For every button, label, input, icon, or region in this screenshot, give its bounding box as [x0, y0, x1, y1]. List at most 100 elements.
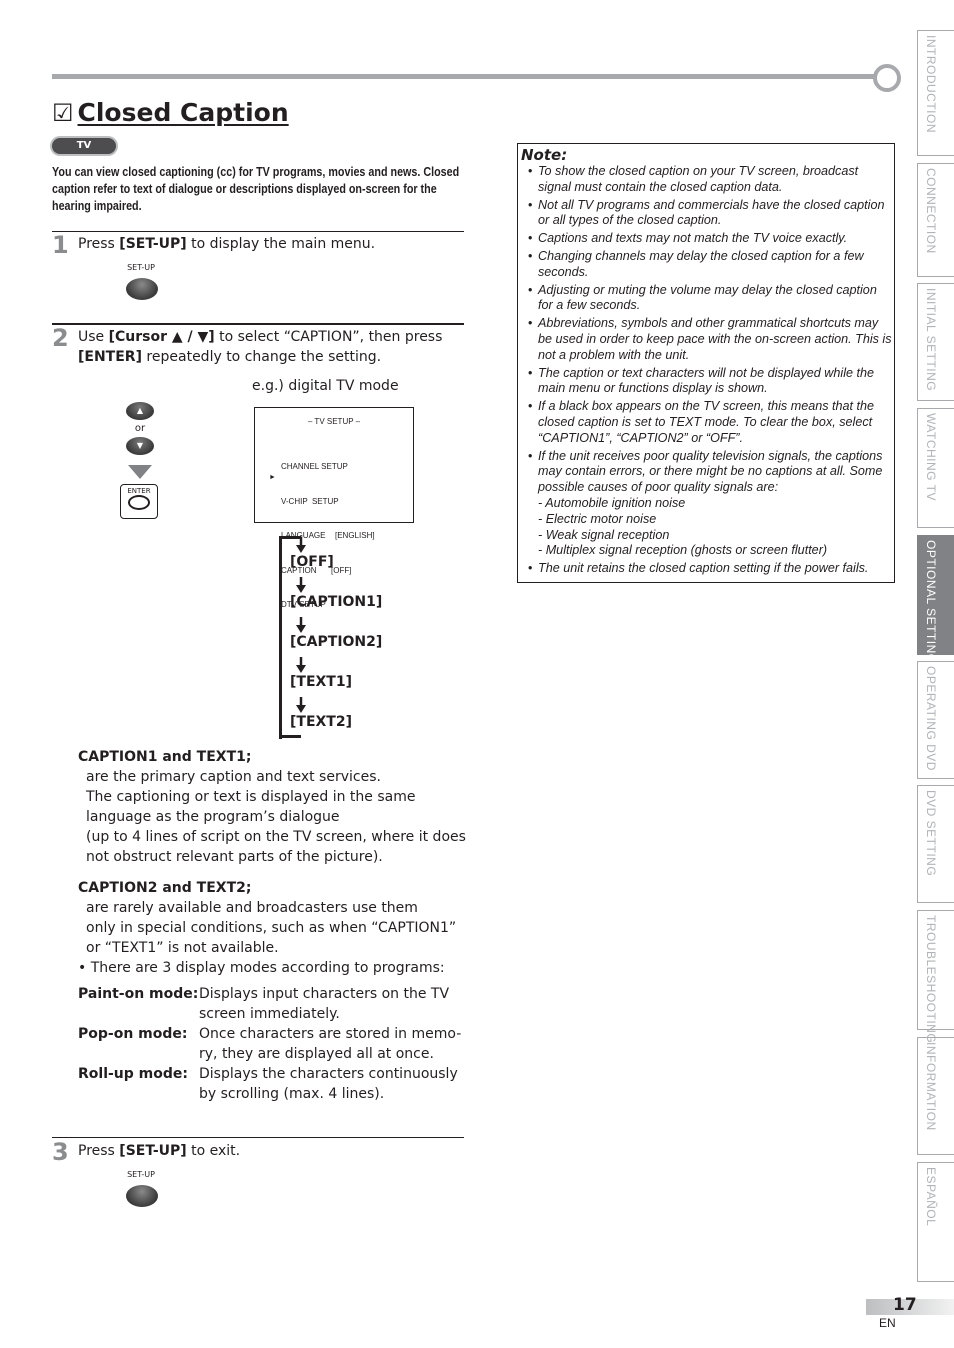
side-tab-watching-tv[interactable]: WATCHING TV	[917, 408, 954, 528]
side-tab-label: CONNECTION	[924, 168, 938, 254]
menu-item: V-CHIP SETUP	[281, 496, 375, 508]
menu-item-label: V-CHIP SETUP	[281, 496, 339, 506]
step-3-text: Press [SET-UP] to exit.	[78, 1141, 468, 1161]
side-tab-label: INFORMATION	[924, 1042, 938, 1131]
mode-desc-line: ry, they are displayed all at once.	[199, 1046, 434, 1062]
cycle-option: [CAPTION2]	[290, 634, 383, 650]
side-tab-label: OPTIONAL SETTING	[924, 540, 938, 664]
signal-cause: - Automobile ignition noise	[538, 495, 686, 510]
note-item: Abbreviations, symbols and other grammat…	[526, 316, 892, 363]
cycle-arrow-icon	[296, 697, 306, 713]
cycle-arrow-icon	[296, 657, 306, 673]
side-tab-label: INITIAL SETTING	[924, 288, 938, 392]
caption1-line: language as the program’s dialogue	[86, 809, 340, 825]
note-item: To show the closed caption on your TV sc…	[526, 164, 892, 196]
caption2-heading: CAPTION2 and TEXT2;	[78, 880, 252, 896]
note-item: Captions and texts may not match the TV …	[526, 231, 892, 247]
cycle-arrow-icon	[296, 577, 306, 593]
step-3-pre: Press	[78, 1143, 120, 1159]
mode-label: Pop-on mode:	[78, 1026, 188, 1042]
caption1-line: (up to 4 lines of script on the TV scree…	[86, 829, 466, 845]
mode-label: Roll-up mode:	[78, 1066, 188, 1082]
page-number: 17	[893, 1295, 917, 1315]
tv-mode-badge: TV	[52, 138, 116, 154]
menu-item: CHANNEL SETUP	[281, 461, 375, 473]
mode-desc-line: Displays input characters on the TV	[199, 986, 450, 1002]
mode-desc-line: screen immediately.	[199, 1006, 340, 1022]
or-label: or	[134, 423, 146, 434]
side-tab-optional-setting[interactable]: OPTIONAL SETTING	[917, 535, 954, 664]
step-3-key: [SET-UP]	[119, 1143, 187, 1159]
caption1-line: The captioning or text is displayed in t…	[86, 789, 416, 805]
side-tab-operating-dvd[interactable]: OPERATING DVD	[917, 661, 954, 779]
menu-item-label: CHANNEL SETUP	[281, 462, 348, 471]
mode-desc-line: Once characters are stored in memo-	[199, 1026, 462, 1042]
step-2-enter-key: [ENTER]	[78, 349, 142, 365]
side-tab-dvd-setting[interactable]: DVD SETTING	[917, 785, 954, 903]
step-2-divider	[52, 323, 464, 325]
step-1-post: to display the main menu.	[186, 236, 376, 252]
caption1-heading: CAPTION1 and TEXT1;	[78, 749, 252, 765]
step-1-number: 1	[52, 231, 69, 259]
header-rule	[52, 74, 878, 79]
cycle-option: [OFF]	[290, 554, 334, 570]
note-item-signals: If the unit receives poor quality televi…	[526, 449, 892, 560]
note-item: The caption or text characters will not …	[526, 366, 892, 398]
setup-button-label: SET-UP	[127, 1170, 155, 1179]
header-circle-ornament	[873, 64, 901, 92]
caption2-section: CAPTION2 and TEXT2; are rarely available…	[78, 878, 468, 978]
mode-desc-line: Displays the characters continuously	[199, 1066, 458, 1082]
signal-cause: - Multiplex signal reception (ghosts or …	[538, 543, 828, 558]
side-tab-information[interactable]: INFORMATION	[917, 1037, 954, 1155]
cycle-bottom-line	[279, 735, 301, 738]
step-3-number: 3	[52, 1138, 69, 1166]
enter-oval	[128, 495, 150, 510]
cycle-option: [TEXT1]	[290, 674, 352, 690]
mode-desc: Displays the characters continuously by s…	[199, 1064, 468, 1104]
step-1-pre: Press	[78, 236, 120, 252]
signal-cause: - Weak signal reception	[538, 527, 670, 542]
mode-desc-line: by scrolling (max. 4 lines).	[199, 1086, 385, 1102]
mode-label: Paint-on mode:	[78, 986, 199, 1002]
checkbox-icon: ☑	[52, 99, 74, 127]
signal-cause: - Electric motor noise	[538, 511, 657, 526]
note-item: The unit retains the closed caption sett…	[526, 561, 892, 577]
step-3-post: to exit.	[186, 1143, 241, 1159]
screen-caption: e.g.) digital TV mode	[252, 378, 399, 394]
setup-button-label: SET-UP	[127, 263, 155, 272]
step-2-text: Use [Cursor ▲ / ▼] to select “CAPTION”, …	[78, 327, 468, 367]
setup-button-icon	[126, 278, 158, 300]
menu-item-value: [OFF]	[331, 565, 352, 575]
note-item: Not all TV programs and commercials have…	[526, 198, 892, 230]
note-item-text: If the unit receives poor quality televi…	[538, 448, 883, 495]
cursor-down-button-icon: ▼	[126, 437, 154, 455]
note-title: Note:	[521, 146, 568, 164]
cycle-option: [TEXT2]	[290, 714, 352, 730]
display-modes-bullet: • There are 3 display modes according to…	[78, 960, 445, 976]
language-code: EN	[879, 1316, 896, 1330]
step-3-divider	[52, 1137, 464, 1138]
side-tab-connection[interactable]: CONNECTION	[917, 163, 954, 277]
side-tab-espanol[interactable]: ESPAÑOL	[917, 1162, 954, 1282]
step-2-post2: repeatedly to change the setting.	[141, 349, 382, 365]
tv-setup-header: – TV SETUP –	[307, 417, 361, 426]
tv-setup-screen: – TV SETUP – ► CHANNEL SETUP V-CHIP SETU…	[254, 407, 414, 609]
side-tab-label: DVD SETTING	[924, 790, 938, 877]
side-tab-label: INTRODUCTION	[924, 35, 938, 133]
step-1-text: Press [SET-UP] to display the main menu.	[78, 234, 468, 254]
step-2-pre: Use	[78, 329, 109, 345]
side-tab-troubleshooting[interactable]: TROUBLESHOOTING	[917, 910, 954, 1043]
note-item: Adjusting or muting the volume may delay…	[526, 283, 892, 315]
side-tab-label: ESPAÑOL	[924, 1167, 938, 1227]
side-tab-initial-setting[interactable]: INITIAL SETTING	[917, 283, 954, 401]
enter-label: ENTER	[125, 487, 153, 495]
caption1-line: are the primary caption and text service…	[86, 769, 381, 785]
cycle-arrow-icon	[296, 537, 306, 553]
side-tab-label: WATCHING TV	[924, 413, 938, 501]
cycle-option: [CAPTION1]	[290, 594, 383, 610]
side-tab-introduction[interactable]: INTRODUCTION	[917, 30, 954, 156]
caption2-line: only in special conditions, such as when…	[86, 920, 457, 936]
step-1-key: [SET-UP]	[119, 236, 187, 252]
down-arrow-icon	[128, 465, 152, 479]
menu-item-value: [ENGLISH]	[335, 531, 375, 540]
